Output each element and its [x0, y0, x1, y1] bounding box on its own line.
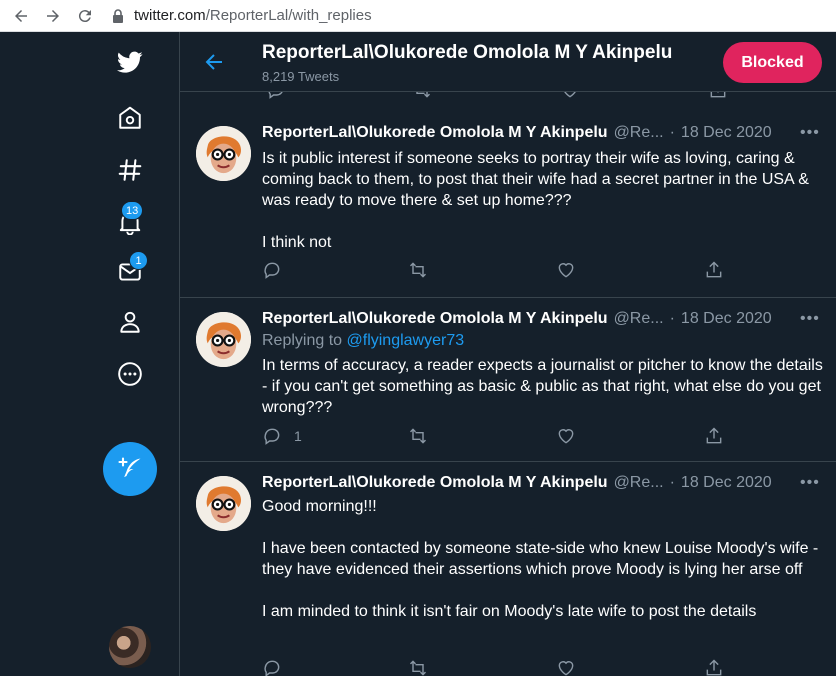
tweet-item[interactable]: ReporterLal\Olukorede Omolola M Y Akinpe… — [180, 462, 836, 676]
left-sidebar: 13 1 — [0, 32, 179, 676]
timeline-column: ReporterLal\Olukorede Omolola M Y Akinpe… — [179, 32, 836, 676]
back-arrow-icon[interactable] — [202, 50, 226, 74]
tweet-paragraph: Is it public interest if someone seeks t… — [262, 150, 809, 209]
retweet-button[interactable] — [408, 658, 428, 676]
tweet-date[interactable]: 18 Dec 2020 — [681, 474, 772, 492]
more-options-icon[interactable]: ••• — [800, 310, 820, 328]
author-avatar[interactable] — [196, 126, 251, 181]
tweet-paragraph — [262, 580, 830, 601]
share-icon — [706, 427, 722, 444]
tweet-paragraph: I am minded to think it isn't fair on Mo… — [262, 603, 757, 620]
like-button[interactable] — [556, 260, 576, 280]
author-name[interactable]: ReporterLal\Olukorede Omolola M Y Akinpe… — [262, 474, 608, 492]
tweet-actions: 1 — [262, 426, 732, 448]
tweet-date[interactable]: 18 Dec 2020 — [681, 124, 772, 142]
reload-icon[interactable] — [74, 5, 96, 27]
tweet-paragraph — [262, 211, 830, 232]
previous-tweet-actions — [180, 92, 836, 100]
blocked-button[interactable]: Blocked — [723, 42, 822, 83]
retweet-button[interactable] — [408, 426, 428, 446]
tweet-actions — [262, 260, 732, 282]
browser-toolbar: twitter.com/ReporterLal/with_replies — [0, 0, 836, 32]
retweet-icon — [409, 262, 427, 278]
tweet-text: In terms of accuracy, a reader expects a… — [262, 355, 830, 418]
forward-arrow-icon[interactable] — [42, 5, 64, 27]
author-handle[interactable]: @Re... — [614, 310, 664, 328]
tweet-count: 8,219 Tweets — [262, 69, 340, 84]
profile-header: ReporterLal\Olukorede Omolola M Y Akinpe… — [180, 32, 836, 92]
replying-mention-link[interactable]: @flyinglawyer73 — [347, 332, 465, 349]
tweet-meta: ReporterLal\Olukorede Omolola M Y Akinpe… — [262, 310, 772, 328]
lock-icon — [113, 8, 123, 23]
tweet-item[interactable]: ReporterLal\Olukorede Omolola M Y Akinpe… — [180, 112, 836, 298]
share-button[interactable] — [704, 426, 724, 446]
url-host: twitter.com — [134, 7, 206, 24]
tweet-text: Is it public interest if someone seeks t… — [262, 148, 830, 253]
feather-plus-icon — [118, 457, 141, 478]
tweet-paragraph: In terms of accuracy, a reader expects a… — [262, 357, 823, 416]
reply-icon[interactable] — [266, 92, 286, 100]
tweet-paragraph: I think not — [262, 234, 332, 251]
retweet-icon — [409, 428, 427, 444]
tweet-date[interactable]: 18 Dec 2020 — [681, 310, 772, 328]
tweet-item[interactable]: ReporterLal\Olukorede Omolola M Y Akinpe… — [180, 298, 836, 462]
page-title: ReporterLal\Olukorede Omolola M Y Akinpe… — [262, 42, 673, 63]
like-button[interactable] — [556, 658, 576, 676]
like-heart-icon — [558, 661, 574, 676]
address-bar[interactable]: twitter.com/ReporterLal/with_replies — [134, 7, 372, 24]
author-handle[interactable]: @Re... — [614, 124, 664, 142]
tweet-paragraph: Good morning!!! — [262, 498, 377, 515]
more-options-icon[interactable]: ••• — [800, 124, 820, 142]
author-name[interactable]: ReporterLal\Olukorede Omolola M Y Akinpe… — [262, 310, 608, 328]
reply-button[interactable]: 1 — [262, 426, 302, 446]
tweet-paragraph: I have been contacted by someone state-s… — [262, 540, 819, 578]
retweet-icon[interactable] — [412, 92, 432, 100]
share-button[interactable] — [704, 260, 724, 280]
like-button[interactable] — [556, 426, 576, 446]
reply-count: 1 — [294, 428, 302, 444]
tweet-paragraph — [262, 517, 830, 538]
share-icon[interactable] — [708, 92, 728, 100]
profile-person-icon[interactable] — [114, 306, 146, 338]
author-handle[interactable]: @Re... — [614, 474, 664, 492]
retweet-icon — [409, 660, 427, 676]
share-icon — [706, 659, 722, 676]
account-avatar[interactable] — [109, 626, 151, 668]
twitter-logo-icon[interactable] — [114, 46, 146, 78]
reply-icon — [264, 660, 280, 676]
separator-dot: · — [669, 474, 675, 491]
reply-icon — [264, 262, 280, 279]
back-arrow-icon[interactable] — [10, 5, 32, 27]
url-path: /ReporterLal/with_replies — [205, 7, 372, 24]
reply-button[interactable] — [262, 658, 294, 676]
author-avatar[interactable] — [196, 312, 251, 367]
like-heart-icon — [558, 263, 574, 278]
like-heart-icon — [558, 429, 574, 444]
tweet-meta: ReporterLal\Olukorede Omolola M Y Akinpe… — [262, 474, 772, 492]
author-name[interactable]: ReporterLal\Olukorede Omolola M Y Akinpe… — [262, 124, 608, 142]
share-button[interactable] — [704, 658, 724, 676]
separator-dot: · — [669, 310, 675, 327]
replying-prefix: Replying to — [262, 332, 343, 349]
messages-badge: 1 — [129, 251, 148, 270]
compose-tweet-button[interactable] — [103, 442, 157, 496]
tweet-actions — [262, 658, 732, 676]
more-options-circle-icon[interactable] — [114, 358, 146, 390]
notifications-badge: 13 — [121, 201, 144, 220]
replying-to: Replying to @flyinglawyer73 — [262, 332, 464, 350]
reply-icon — [264, 428, 280, 445]
like-heart-icon[interactable] — [560, 92, 580, 100]
separator-dot: · — [669, 124, 675, 141]
explore-hashtag-icon[interactable] — [114, 154, 146, 186]
home-icon[interactable] — [114, 102, 146, 134]
retweet-button[interactable] — [408, 260, 428, 280]
tweet-meta: ReporterLal\Olukorede Omolola M Y Akinpe… — [262, 124, 772, 142]
tweet-text: Good morning!!! I have been contacted by… — [262, 496, 830, 622]
share-icon — [706, 261, 722, 278]
author-avatar[interactable] — [196, 476, 251, 531]
reply-button[interactable] — [262, 260, 294, 280]
more-options-icon[interactable]: ••• — [800, 474, 820, 492]
